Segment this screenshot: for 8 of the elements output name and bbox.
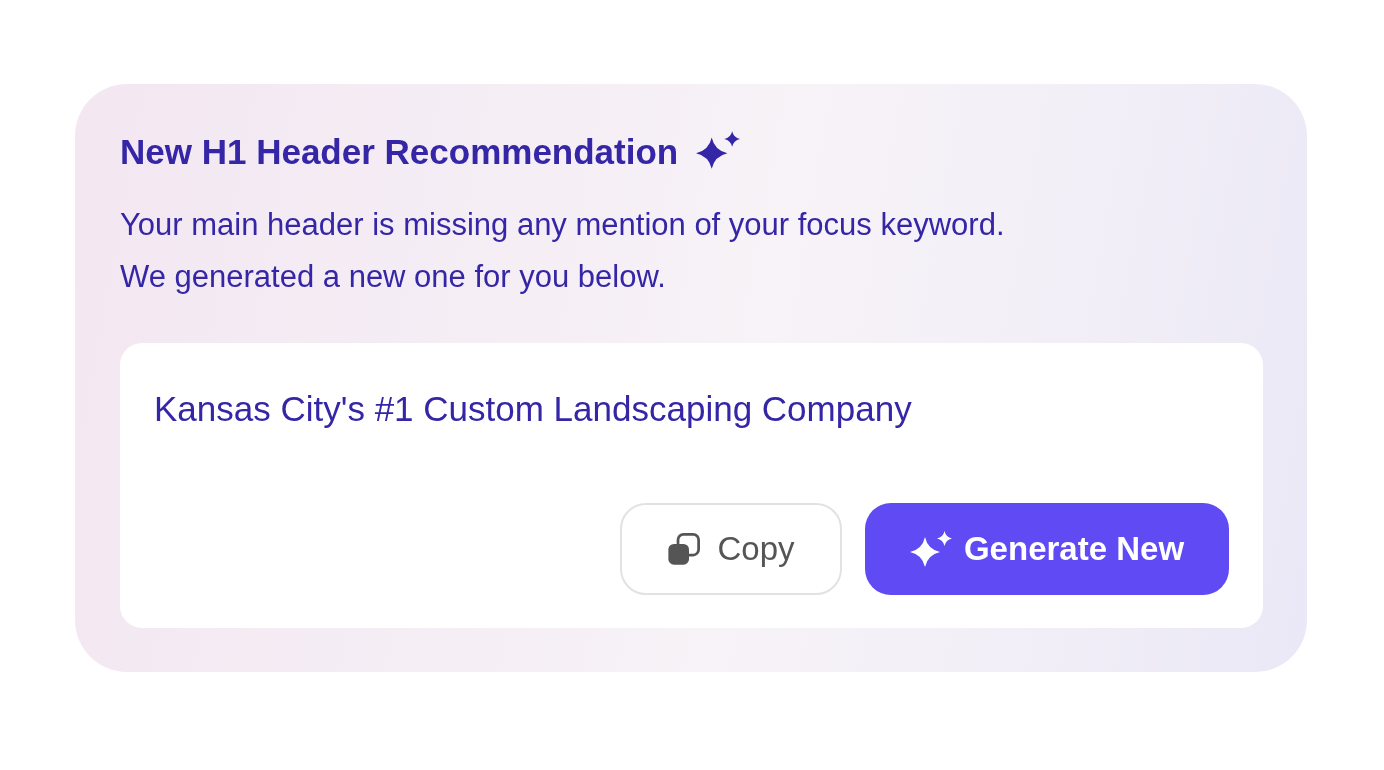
generate-new-button[interactable]: Generate New	[865, 503, 1229, 595]
generated-header-text: Kansas City's #1 Custom Landscaping Company	[154, 388, 913, 430]
card-title: New H1 Header Recommendation	[120, 131, 679, 173]
sparkle-icon	[909, 531, 952, 567]
copy-icon	[667, 532, 701, 566]
copy-button[interactable]: Copy	[620, 503, 842, 595]
card-description: Your main header is missing any mention of your focus keyword. We generated a new one for you below.	[120, 206, 1006, 296]
sparkle-icon	[696, 131, 741, 169]
